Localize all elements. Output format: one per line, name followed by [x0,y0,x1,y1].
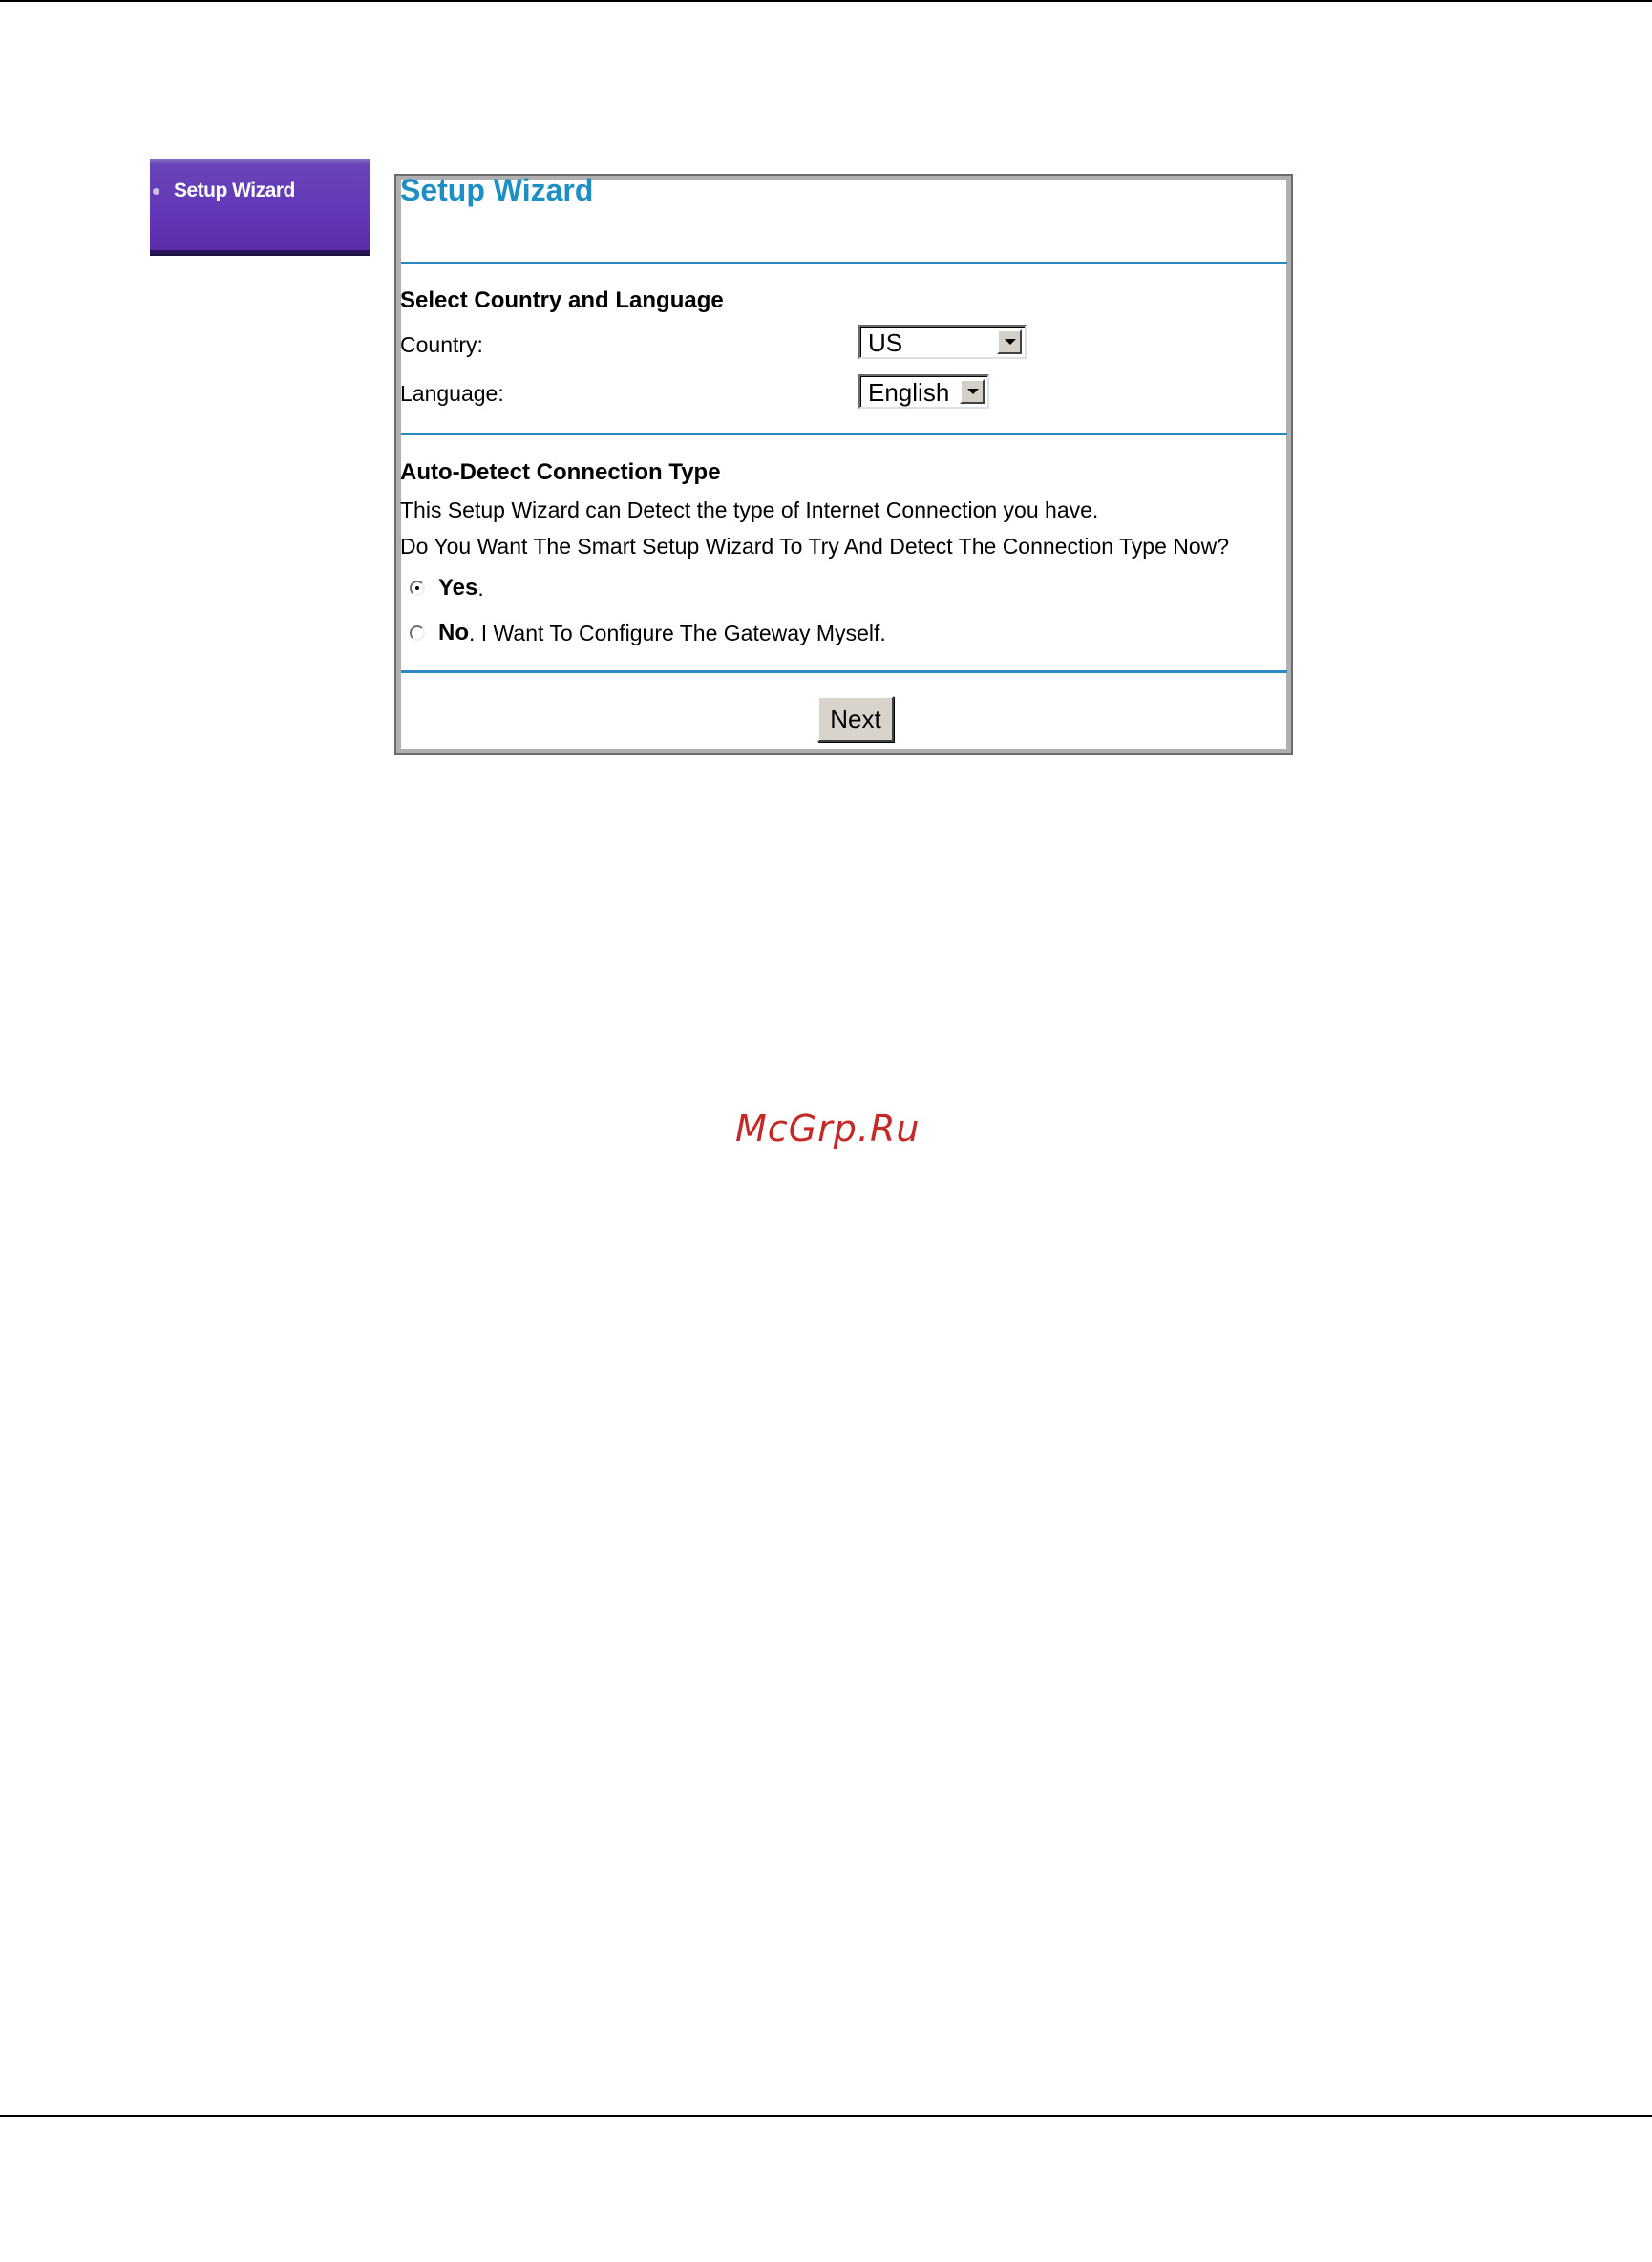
divider [401,670,1287,673]
sidebar: Setup Wizard [150,159,370,254]
language-label: Language: [400,381,504,406]
dropdown-arrow-icon[interactable] [997,329,1022,354]
top-rule [0,0,1652,2]
country-label: Country: [400,332,483,357]
radio-yes-suffix: . [477,575,484,601]
page-title: Setup Wizard [400,173,594,207]
dropdown-arrow-icon[interactable] [960,379,985,404]
language-select-value: English [868,378,950,407]
country-select[interactable]: US [858,325,1027,359]
country-language-heading: Select Country and Language [400,287,724,313]
auto-detect-question: Do You Want The Smart Setup Wizard To Tr… [400,534,1230,559]
radio-yes[interactable] [410,581,425,596]
radio-no[interactable] [410,625,425,641]
divider [401,262,1287,264]
setup-wizard-panel: Setup Wizard Select Country and Language… [394,173,1293,755]
divider [401,433,1287,435]
next-button[interactable]: Next [817,696,894,742]
radio-no-label: No [438,620,469,645]
country-select-value: US [868,328,903,357]
auto-detect-description: This Setup Wizard can Detect the type of… [400,497,1099,522]
radio-no-suffix: . I Want To Configure The Gateway Myself… [469,620,886,645]
bullet-icon [153,187,159,195]
auto-detect-heading: Auto-Detect Connection Type [400,459,721,485]
sidebar-item-label: Setup Wizard [174,180,295,201]
radio-yes-label: Yes [438,575,478,601]
radio-yes-option[interactable]: Yes . [410,575,484,602]
bottom-rule [0,2115,1652,2117]
sidebar-item-setup-wizard[interactable]: Setup Wizard [150,177,370,205]
language-select[interactable]: English [858,374,989,409]
watermark: McGrp.Ru [735,1108,921,1150]
radio-no-option[interactable]: No . I Want To Configure The Gateway Mys… [410,620,886,646]
